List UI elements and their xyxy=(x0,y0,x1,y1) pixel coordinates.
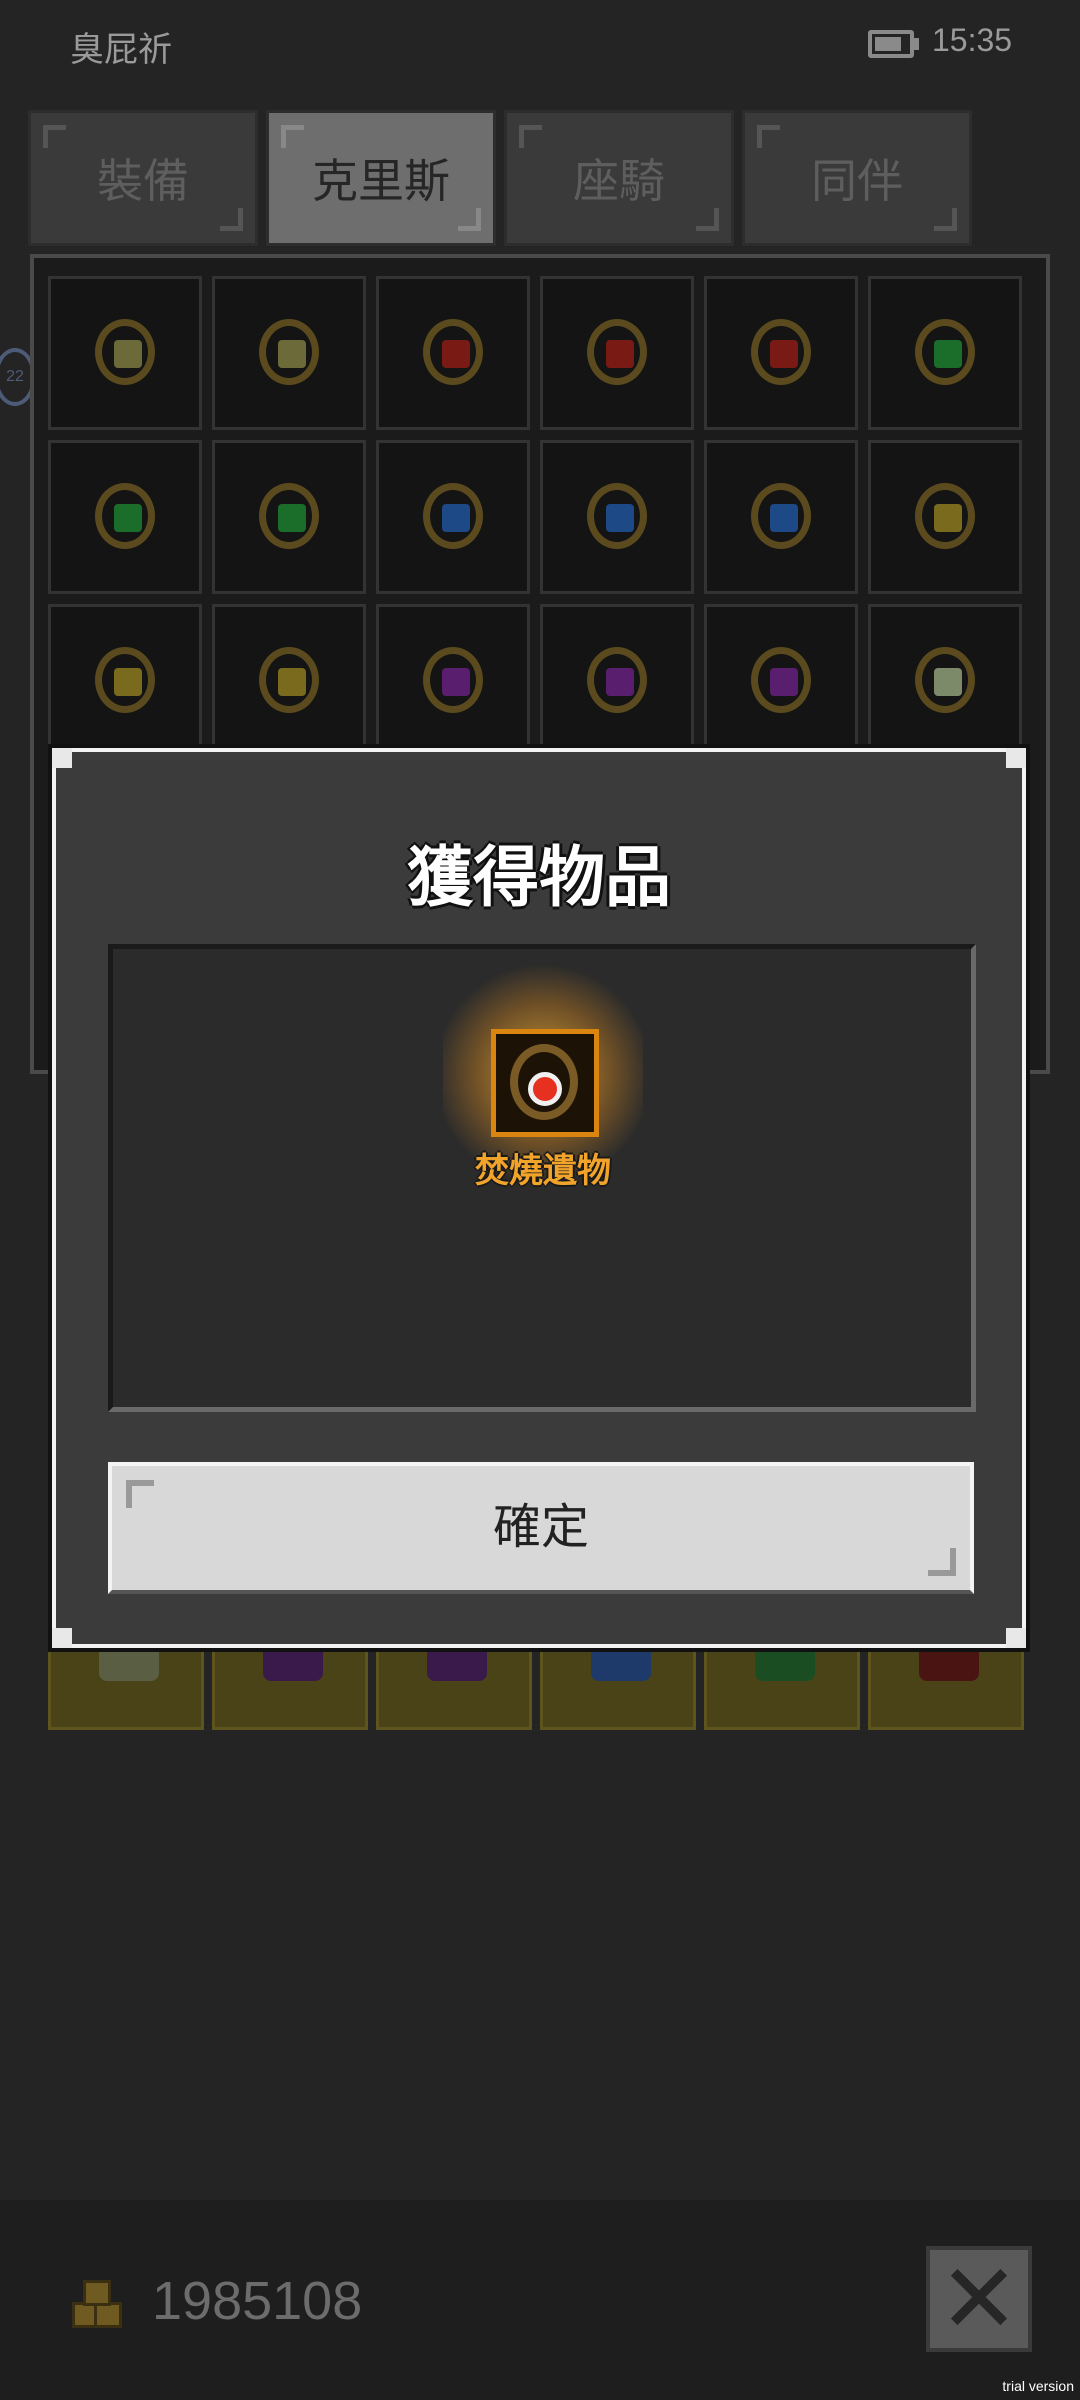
dialog-corner xyxy=(52,748,72,768)
ring-gold-icon xyxy=(259,319,319,385)
equipment-slot[interactable] xyxy=(868,276,1022,430)
confirm-button[interactable]: 確定 xyxy=(108,1462,974,1594)
dialog-title: 獲得物品 xyxy=(407,840,671,914)
tab-label: 克里斯 xyxy=(312,155,450,207)
equipment-slot[interactable] xyxy=(704,276,858,430)
equipment-slot[interactable] xyxy=(48,440,202,594)
tab-equipment[interactable]: 裝備 xyxy=(28,110,258,246)
dialog-corner xyxy=(1006,1628,1026,1648)
ring-green-icon xyxy=(915,319,975,385)
equipment-slot[interactable] xyxy=(48,604,202,758)
equipment-slot[interactable] xyxy=(540,440,694,594)
equipment-slot[interactable] xyxy=(868,440,1022,594)
equipment-slot[interactable] xyxy=(48,276,202,430)
reward-item-name: 焚燒遺物 xyxy=(475,1152,611,1190)
gold-coins-icon xyxy=(72,2280,132,2328)
amulet-purple-icon xyxy=(751,647,811,713)
equipment-slot[interactable] xyxy=(704,604,858,758)
tab-label: 座騎 xyxy=(573,155,665,207)
amulet-red-icon xyxy=(751,319,811,385)
ring-blue-icon xyxy=(423,483,483,549)
ring-white-icon xyxy=(915,647,975,713)
ring-yellow-icon xyxy=(95,647,155,713)
equipment-slot[interactable] xyxy=(376,276,530,430)
tab-companion[interactable]: 同伴 xyxy=(742,110,972,246)
ring-blue-icon xyxy=(587,483,647,549)
ring-purple-icon xyxy=(423,647,483,713)
equipment-slot[interactable] xyxy=(704,440,858,594)
dialog-corner xyxy=(1006,748,1026,768)
amulet-blue-icon xyxy=(751,483,811,549)
red-gem-amulet-icon[interactable] xyxy=(491,1029,599,1137)
equipment-slot[interactable] xyxy=(212,276,366,430)
close-button[interactable]: ✕ xyxy=(926,2246,1032,2352)
confirm-label: 確定 xyxy=(492,1501,589,1554)
reward-area: 焚燒遺物 xyxy=(108,944,976,1412)
equipment-slot[interactable] xyxy=(540,276,694,430)
ring-red-icon xyxy=(423,319,483,385)
ring-gold-icon xyxy=(95,319,155,385)
equipment-slot[interactable] xyxy=(868,604,1022,758)
equipment-slot[interactable] xyxy=(540,604,694,758)
tab-label: 裝備 xyxy=(97,155,189,207)
tab-kris[interactable]: 克里斯 xyxy=(266,110,496,246)
ring-purple-icon xyxy=(587,647,647,713)
tab-mount[interactable]: 座騎 xyxy=(504,110,734,246)
equipment-slot[interactable] xyxy=(376,440,530,594)
gold-amount: 1985108 xyxy=(152,2271,363,2331)
ring-green-icon xyxy=(95,483,155,549)
amulet-green-icon xyxy=(259,483,319,549)
dialog-corner xyxy=(52,1628,72,1648)
equipment-slot[interactable] xyxy=(212,440,366,594)
equipment-slot[interactable] xyxy=(212,604,366,758)
amulet-yellow-icon xyxy=(259,647,319,713)
ring-yellow-icon xyxy=(915,483,975,549)
item-obtained-dialog: 獲得物品 焚燒遺物 確定 xyxy=(52,748,1026,1648)
tab-label: 同伴 xyxy=(811,155,903,207)
equipment-slot[interactable] xyxy=(376,604,530,758)
ring-red-icon xyxy=(587,319,647,385)
trial-watermark: trial version xyxy=(1002,2378,1074,2394)
